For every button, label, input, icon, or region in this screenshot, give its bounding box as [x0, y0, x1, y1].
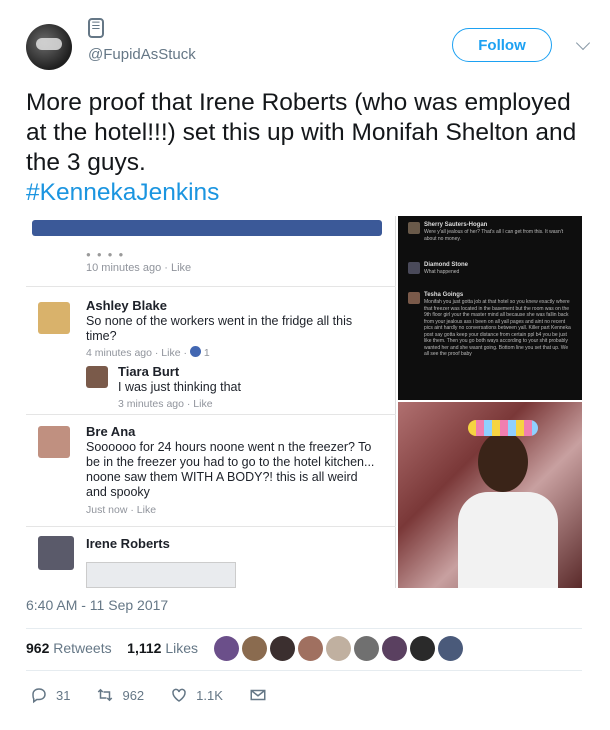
liker-avatar[interactable] — [410, 636, 435, 661]
comment-author: Bre Ana — [86, 424, 136, 439]
hashtag-link[interactable]: #KennekaJenkins — [26, 178, 586, 208]
liker-avatar[interactable] — [382, 636, 407, 661]
divider — [26, 670, 582, 671]
envelope-icon — [250, 689, 266, 701]
likes-label: Likes — [165, 640, 199, 656]
liker-avatar[interactable] — [270, 636, 295, 661]
reply-count: 31 — [56, 687, 71, 703]
media-screenshot-left: ●●●● 10 minutes ago · Like Ashley Blake … — [26, 216, 396, 588]
avatar — [38, 426, 70, 458]
comment-body: I was just thinking that — [118, 380, 241, 394]
direct-message-button[interactable] — [249, 686, 275, 704]
comment-meta: 3 minutes ago · Like — [118, 398, 213, 410]
chevron-down-icon[interactable] — [575, 35, 591, 51]
comment-body: Soooooo for 24 hours noone went n the fr… — [86, 440, 375, 499]
liker-avatar[interactable] — [438, 636, 463, 661]
retweet-button[interactable]: 962 — [96, 686, 144, 704]
comment-author: Diamond Stone — [424, 262, 469, 268]
comment-author: Tesha Goings — [424, 292, 464, 298]
avatar — [408, 262, 420, 274]
flower-crown-filter — [468, 420, 538, 436]
likes-stat[interactable]: 1,112 Likes — [127, 640, 198, 656]
comment-body: What happened — [424, 269, 460, 275]
liker-avatar[interactable] — [298, 636, 323, 661]
liker-avatars — [214, 636, 466, 662]
follow-button[interactable]: Follow — [452, 28, 552, 62]
retweet-icon — [98, 688, 113, 702]
tweet-header: ☰ @FupidAsStuck Follow — [26, 14, 591, 70]
retweets-stat[interactable]: 962 Retweets — [26, 640, 112, 656]
divider — [26, 526, 396, 527]
reply-icon — [32, 688, 46, 704]
comment-body: Monifah you just gotta job at that hotel… — [424, 299, 571, 357]
liker-avatar[interactable] — [326, 636, 351, 661]
comment-author: Tiara Burt — [118, 364, 180, 379]
shared-image-preview — [86, 562, 236, 588]
comment-author: Ashley Blake — [86, 298, 167, 313]
divider — [26, 628, 582, 629]
like-icon — [189, 346, 201, 357]
divider — [26, 414, 396, 415]
comment-body: Were y'all jealous of her? That's all I … — [424, 229, 564, 242]
liker-avatar[interactable] — [242, 636, 267, 661]
like-button[interactable]: 1.1K — [170, 686, 223, 704]
like-count: 1.1K — [196, 687, 223, 703]
divider — [26, 286, 396, 287]
avatar — [38, 536, 74, 570]
avatar — [38, 302, 70, 334]
reaction-icons: ●●●● — [86, 250, 130, 259]
user-handle[interactable]: @FupidAsStuck — [88, 46, 196, 63]
comment-like-count: 1 — [203, 347, 210, 359]
retweets-label: Retweets — [53, 640, 112, 656]
comment-body: So none of the workers went in the fridg… — [86, 314, 353, 343]
tweet-media[interactable]: ●●●● 10 minutes ago · Like Ashley Blake … — [26, 216, 582, 588]
avatar — [408, 292, 420, 304]
retweet-count: 962 — [122, 687, 145, 703]
selfie-photo — [398, 402, 582, 588]
liker-avatar[interactable] — [354, 636, 379, 661]
user-avatar[interactable] — [26, 24, 72, 70]
comment-meta: Just now · Like — [86, 504, 157, 516]
tweet-stats: 962 Retweets 1,112 Likes — [26, 640, 198, 656]
liker-avatar[interactable] — [214, 636, 239, 661]
tweet-text: More proof that Irene Roberts (who was e… — [26, 88, 586, 208]
person-body — [458, 492, 558, 588]
comment-author: Irene Roberts — [86, 536, 170, 551]
media-screenshot-right-top: Sherry Sauters-Hogan Were y'all jealous … — [398, 216, 582, 400]
comment-meta: 4 minutes ago · Like · 1 — [86, 346, 210, 359]
avatar — [86, 366, 108, 388]
comment-meta: 10 minutes ago · Like — [86, 262, 192, 274]
person-head — [478, 432, 528, 492]
likes-count: 1,112 — [127, 640, 162, 656]
tweet-body: More proof that Irene Roberts (who was e… — [26, 89, 577, 176]
heart-icon — [172, 688, 186, 702]
facebook-header-bar — [32, 220, 382, 236]
reply-button[interactable]: 31 — [30, 686, 70, 704]
retweets-count: 962 — [26, 640, 50, 656]
comment-meta-text: 4 minutes ago · Like · — [86, 347, 187, 359]
tweet-timestamp[interactable]: 6:40 AM - 11 Sep 2017 — [26, 597, 168, 613]
tweet-actions: 31 962 1.1K — [30, 686, 301, 704]
comment-author: Sherry Sauters-Hogan — [424, 222, 488, 228]
translator-badge-icon: ☰ — [88, 18, 104, 38]
avatar — [408, 222, 420, 234]
